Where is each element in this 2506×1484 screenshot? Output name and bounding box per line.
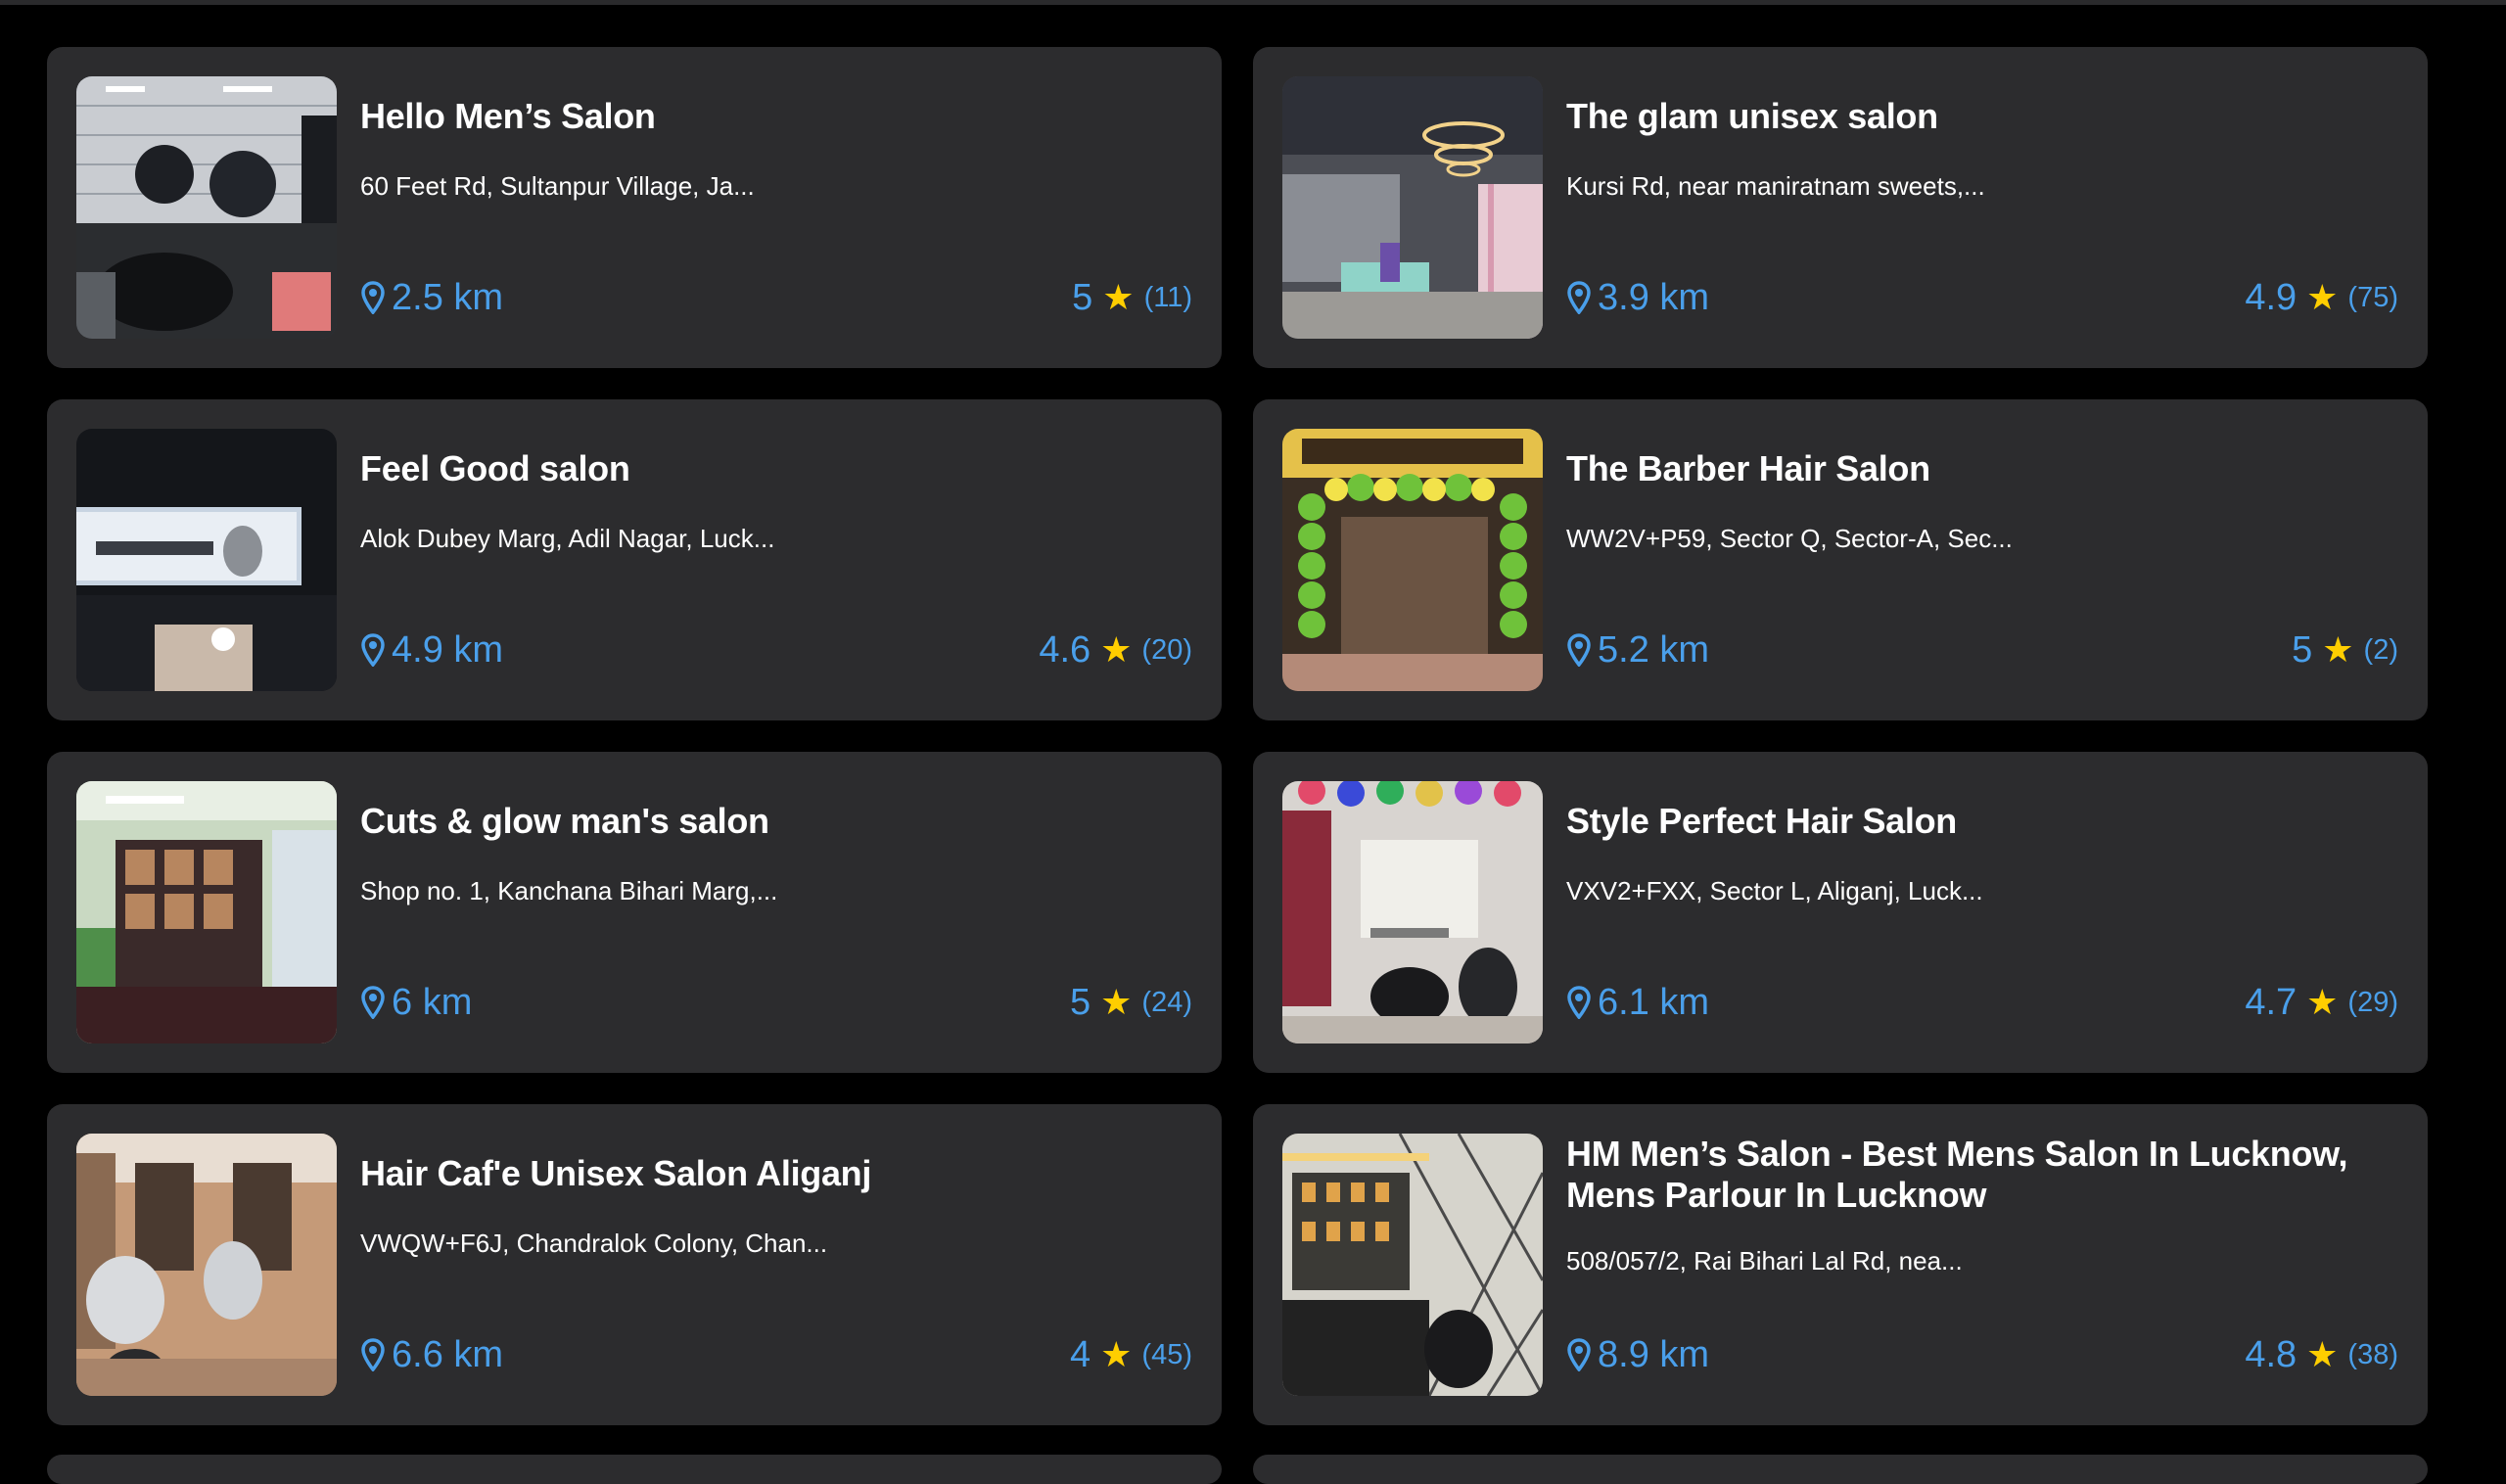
distance-value: 3.9 km (1598, 276, 1710, 318)
salon-photo (76, 429, 337, 691)
salon-photo (1282, 781, 1543, 1043)
salon-distance: 6.6 km (360, 1334, 503, 1376)
salon-card-glam-unisex[interactable]: The glam unisex salon Kursi Rd, near man… (1253, 47, 2428, 368)
salon-name: Feel Good salon (360, 448, 630, 488)
rating-value: 4 (1070, 1333, 1091, 1375)
salon-card-hm-mens[interactable]: HM Men’s Salon - Best Mens Salon In Luck… (1253, 1104, 2428, 1425)
salon-rating: 5 ★ (11) (1072, 277, 1192, 319)
salon-distance: 8.9 km (1566, 1334, 1709, 1376)
salon-address: VWQW+F6J, Chandralok Colony, Chan... (360, 1229, 828, 1258)
salon-rating: 4.8 ★ (38) (2245, 1334, 2398, 1376)
salon-photo (1282, 1134, 1543, 1396)
salon-card-hair-cafe[interactable]: Hair Caf'e Unisex Salon Aliganj VWQW+F6J… (47, 1104, 1222, 1425)
salon-card-hello-mens[interactable]: Hello Men’s Salon 60 Feet Rd, Sultanpur … (47, 47, 1222, 368)
star-icon: ★ (1102, 277, 1135, 317)
salon-name: HM Men’s Salon - Best Mens Salon In Luck… (1566, 1134, 2348, 1215)
salon-card-partial[interactable] (47, 1455, 1222, 1484)
rating-value: 5 (1072, 276, 1093, 318)
rating-value: 4.8 (2245, 1333, 2297, 1375)
salon-rating: 4.6 ★ (20) (1039, 629, 1192, 672)
salon-distance: 4.9 km (360, 629, 503, 672)
map-pin-icon (1566, 986, 1592, 1019)
distance-value: 6 km (392, 981, 473, 1023)
salon-name: Cuts & glow man's salon (360, 801, 769, 841)
review-count: (11) (1143, 281, 1192, 313)
salon-card-barber-hair[interactable]: The Barber Hair Salon WW2V+P59, Sector Q… (1253, 399, 2428, 720)
salon-address: VXV2+FXX, Sector L, Aliganj, Luck... (1566, 876, 1983, 905)
map-pin-icon (1566, 1338, 1592, 1371)
salon-rating: 4.7 ★ (29) (2245, 982, 2398, 1024)
salon-distance: 6 km (360, 982, 472, 1024)
review-count: (20) (1141, 633, 1192, 666)
salon-address: 508/057/2, Rai Bihari Lal Rd, nea... (1566, 1246, 1963, 1275)
review-count: (24) (1141, 986, 1192, 1018)
review-count: (29) (2347, 986, 2398, 1018)
salon-photo (1282, 76, 1543, 339)
salon-address: Alok Dubey Marg, Adil Nagar, Luck... (360, 524, 775, 553)
review-count: (45) (1141, 1338, 1192, 1370)
review-count: (75) (2347, 281, 2398, 313)
star-icon: ★ (2306, 1334, 2339, 1374)
map-pin-icon (360, 1338, 386, 1371)
salon-address: 60 Feet Rd, Sultanpur Village, Ja... (360, 171, 755, 201)
review-count: (38) (2347, 1338, 2398, 1370)
map-pin-icon (1566, 281, 1592, 314)
salon-distance: 2.5 km (360, 277, 503, 319)
salon-photo (76, 1134, 337, 1396)
salon-card-feel-good[interactable]: Feel Good salon Alok Dubey Marg, Adil Na… (47, 399, 1222, 720)
salon-name: The glam unisex salon (1566, 96, 1938, 136)
map-pin-icon (360, 986, 386, 1019)
salon-grid: Hello Men’s Salon 60 Feet Rd, Sultanpur … (47, 47, 2430, 1425)
salon-photo (76, 76, 337, 339)
rating-value: 4.6 (1039, 628, 1091, 671)
distance-value: 2.5 km (392, 276, 504, 318)
map-pin-icon (360, 281, 386, 314)
salon-name: The Barber Hair Salon (1566, 448, 1930, 488)
star-icon: ★ (2322, 629, 2354, 670)
distance-value: 4.9 km (392, 628, 504, 671)
salon-rating: 4.9 ★ (75) (2245, 277, 2398, 319)
salon-address: Kursi Rd, near maniratnam sweets,... (1566, 171, 1985, 201)
review-count: (2) (2363, 633, 2398, 666)
top-divider (0, 0, 2506, 5)
map-pin-icon (360, 633, 386, 667)
rating-value: 4.9 (2245, 276, 2297, 318)
star-icon: ★ (1100, 982, 1133, 1022)
distance-value: 6.6 km (392, 1333, 504, 1375)
distance-value: 5.2 km (1598, 628, 1710, 671)
salon-rating: 4 ★ (45) (1070, 1334, 1192, 1376)
salon-photo (1282, 429, 1543, 691)
distance-value: 6.1 km (1598, 981, 1710, 1023)
rating-value: 4.7 (2245, 981, 2297, 1023)
salon-address: Shop no. 1, Kanchana Bihari Marg,... (360, 876, 778, 905)
star-icon: ★ (2306, 277, 2339, 317)
rating-value: 5 (2292, 628, 2313, 671)
salon-name: Hair Caf'e Unisex Salon Aliganj (360, 1153, 872, 1193)
salon-card-style-perfect[interactable]: Style Perfect Hair Salon VXV2+FXX, Secto… (1253, 752, 2428, 1073)
salon-distance: 5.2 km (1566, 629, 1709, 672)
salon-rating: 5 ★ (24) (1070, 982, 1192, 1024)
map-pin-icon (1566, 633, 1592, 667)
salon-rating: 5 ★ (2) (2292, 629, 2398, 672)
star-icon: ★ (2306, 982, 2339, 1022)
salon-distance: 3.9 km (1566, 277, 1709, 319)
salon-card-partial[interactable] (1253, 1455, 2428, 1484)
distance-value: 8.9 km (1598, 1333, 1710, 1375)
salon-card-cuts-glow[interactable]: Cuts & glow man's salon Shop no. 1, Kanc… (47, 752, 1222, 1073)
star-icon: ★ (1100, 629, 1133, 670)
salon-name: Style Perfect Hair Salon (1566, 801, 1957, 841)
salon-distance: 6.1 km (1566, 982, 1709, 1024)
salon-name: Hello Men’s Salon (360, 96, 656, 136)
rating-value: 5 (1070, 981, 1091, 1023)
star-icon: ★ (1100, 1334, 1133, 1374)
salon-photo (76, 781, 337, 1043)
salon-address: WW2V+P59, Sector Q, Sector-A, Sec... (1566, 524, 2013, 553)
